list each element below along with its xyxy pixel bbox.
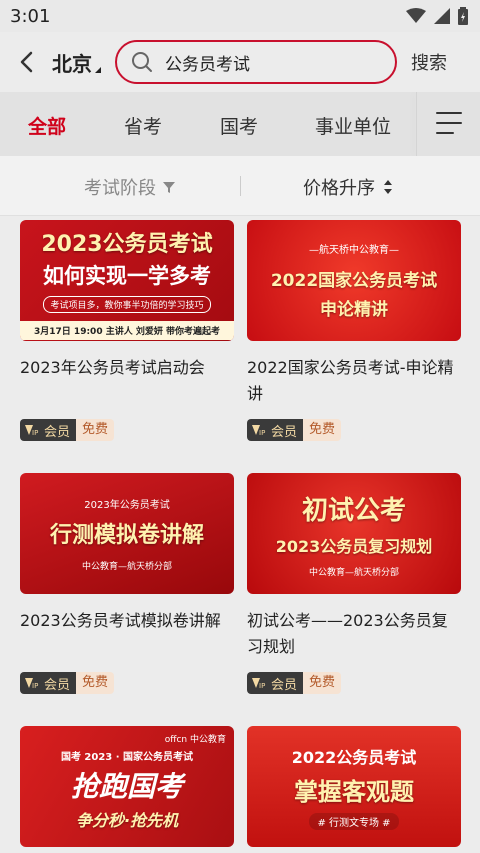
svg-text:IP: IP [259,429,265,437]
status-icons [406,7,468,25]
city-label: 北京 [52,51,92,76]
course-thumbnail: 2023年公务员考试 行测模拟卷讲解 中公教育—航天桥分部 [20,473,234,594]
city-selector[interactable]: 北京 [52,48,101,77]
tab-provincial[interactable]: 省考 [124,112,162,139]
banner-line: 国考 2023 · 国家公务员考试 [60,752,194,763]
price-badges: IP 会员 免费 [20,672,234,694]
free-badge: 免费 [303,672,342,694]
banner-line: 初试公考 [301,495,406,526]
svg-text:IP: IP [32,429,38,437]
course-card[interactable]: offcn 中公教育 国考 2023 · 国家公务员考试 抢跑国考 争分秒·抢先… [20,726,234,847]
course-card[interactable]: 2023年公务员考试 行测模拟卷讲解 中公教育—航天桥分部 2023公务员考试模… [20,473,234,694]
filter-exam-stage[interactable]: 考试阶段 [84,174,176,200]
vip-icon: IP [252,425,265,437]
category-tabs: 全部 省考 国考 事业单位 [0,92,480,156]
course-thumbnail: 2023公务员考试 如何实现一学多考 考试项目多，教你事半功倍的学习技巧 3月1… [20,220,234,341]
tab-all[interactable]: 全部 [28,112,66,139]
free-badge: 免费 [303,419,342,441]
tab-divider [416,92,417,156]
svg-text:IP: IP [259,682,265,690]
status-time: 3:01 [10,5,51,27]
menu-icon[interactable] [436,112,462,136]
banner-brand: offcn 中公教育 [164,735,226,745]
course-title: 2023公务员考试模拟卷讲解 [20,611,221,630]
tab-national[interactable]: 国考 [220,112,258,139]
filter-price-sort[interactable]: 价格升序 [303,174,393,200]
filter-sort-label: 价格升序 [303,178,375,199]
banner-line: —航天桥中公教育— [309,245,399,256]
banner-line: 申论精讲 [320,300,388,320]
banner-line: 2022国家公务员考试 [270,271,438,291]
signal-icon [434,8,450,24]
banner-line: 如何实现一学多考 [43,263,211,288]
filter-stage-label: 考试阶段 [84,178,156,199]
price-badges: IP 会员 免费 [247,419,461,441]
tab-public-institution[interactable]: 事业单位 [315,112,391,139]
banner-line: 2023公务员复习规划 [275,536,433,556]
course-thumbnail: —航天桥中公教育— 2022国家公务员考试 申论精讲 [247,220,461,341]
vip-badge: IP 会员 [20,672,77,694]
free-badge: 免费 [76,419,115,441]
chevron-left-icon [20,51,33,73]
filter-icon [163,182,175,193]
banner-line: 2023公务员考试 [41,231,213,257]
vip-label: 会员 [44,424,71,440]
filter-divider [240,176,241,196]
banner-line: 抢跑国考 [70,770,183,803]
course-thumbnail: 初试公考 2023公务员复习规划 中公教育—航天桥分部 [247,473,461,594]
banner-line: 中公教育—航天桥分部 [308,567,399,578]
price-badges: IP 会员 免费 [20,419,234,441]
banner-line: 争分秒·抢先机 [75,811,179,830]
course-title: 2023年公务员考试启动会 [20,358,205,377]
course-card[interactable]: —航天桥中公教育— 2022国家公务员考试 申论精讲 2022国家公务员考试-申… [247,220,461,441]
vip-badge: IP 会员 [247,419,304,441]
banner-line: 2022公务员考试 [291,747,417,767]
back-button[interactable] [10,42,42,82]
top-bar: 北京 公务员考试 搜索 [0,32,480,92]
caret-icon [95,66,101,73]
course-title: 2022国家公务员考试-申论精讲 [247,358,454,403]
course-title: 初试公考——2023公务员复习规划 [247,611,448,656]
svg-text:IP: IP [32,682,38,690]
banner-line: 考试项目多，教你事半功倍的学习技巧 [43,295,211,313]
banner-line: 2023年公务员考试 [84,499,170,511]
search-input[interactable]: 公务员考试 [115,40,397,84]
search-value: 公务员考试 [165,54,250,75]
course-thumbnail: offcn 中公教育 国考 2023 · 国家公务员考试 抢跑国考 争分秒·抢先… [20,726,234,847]
vip-badge: IP 会员 [247,672,304,694]
status-bar: 3:01 [0,0,480,32]
course-card[interactable]: 2023公务员考试 如何实现一学多考 考试项目多，教你事半功倍的学习技巧 3月1… [20,220,234,441]
vip-icon: IP [252,678,265,690]
course-thumbnail: 2022公务员考试 掌握客观题 # 行测文专场 # [247,726,461,847]
search-icon [132,52,152,72]
vip-label: 会员 [271,677,298,693]
vip-badge: IP 会员 [20,419,77,441]
banner-line: 行测模拟卷讲解 [49,522,204,548]
wifi-icon [406,8,426,23]
banner-line: # 行测文专场 # [309,812,399,830]
vip-label: 会员 [271,424,298,440]
course-card[interactable]: 初试公考 2023公务员复习规划 中公教育—航天桥分部 初试公考——2023公务… [247,473,461,694]
banner-line: 掌握客观题 [294,777,414,806]
banner-line: 中公教育—航天桥分部 [81,561,172,572]
course-card[interactable]: 2022公务员考试 掌握客观题 # 行测文专场 # [247,726,461,847]
vip-icon: IP [25,425,38,437]
sort-icon [384,180,392,194]
vip-label: 会员 [44,677,71,693]
vip-icon: IP [25,678,38,690]
search-button[interactable]: 搜索 [411,49,447,75]
banner-line: 3月17日 19:00 主讲人 刘爱妍 带你考遍起考 [20,320,234,340]
battery-icon [458,7,468,25]
filter-bar: 考试阶段 价格升序 [0,156,480,216]
price-badges: IP 会员 免费 [247,672,461,694]
free-badge: 免费 [76,672,115,694]
